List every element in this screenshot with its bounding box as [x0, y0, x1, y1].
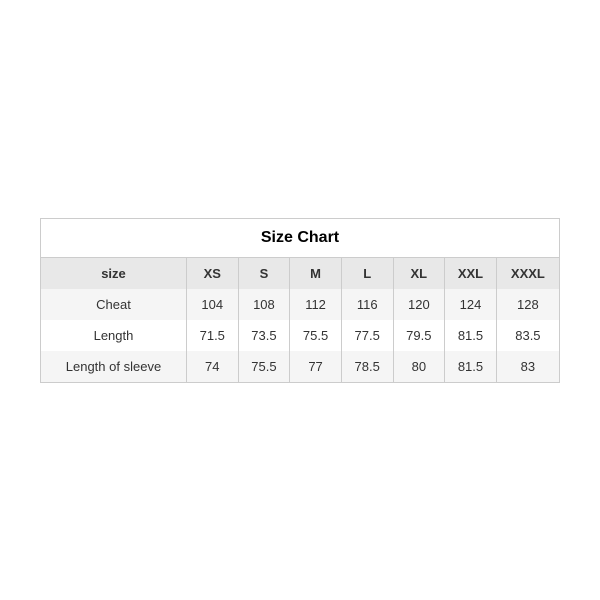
- cell-2-0: 74: [186, 351, 238, 382]
- cell-0-4: 120: [393, 289, 445, 320]
- cell-0-5: 124: [445, 289, 497, 320]
- table-row: Length of sleeve7475.57778.58081.583: [41, 351, 559, 382]
- cell-0-0: 104: [186, 289, 238, 320]
- cell-1-1: 73.5: [238, 320, 290, 351]
- cell-1-2: 75.5: [290, 320, 342, 351]
- header-l: L: [341, 258, 393, 289]
- header-xl: XL: [393, 258, 445, 289]
- cell-2-4: 80: [393, 351, 445, 382]
- cell-1-3: 77.5: [341, 320, 393, 351]
- header-xxxl: XXXL: [496, 258, 559, 289]
- table-row: Cheat104108112116120124128: [41, 289, 559, 320]
- cell-2-6: 83: [496, 351, 559, 382]
- header-m: M: [290, 258, 342, 289]
- size-chart-container: Size Chart sizeXSSMLXLXXLXXXL Cheat10410…: [40, 218, 560, 383]
- header-size: size: [41, 258, 186, 289]
- chart-title: Size Chart: [41, 219, 559, 258]
- cell-0-6: 128: [496, 289, 559, 320]
- header-s: S: [238, 258, 290, 289]
- row-label-1: Length: [41, 320, 186, 351]
- cell-2-1: 75.5: [238, 351, 290, 382]
- header-xs: XS: [186, 258, 238, 289]
- cell-1-0: 71.5: [186, 320, 238, 351]
- table-row: Length71.573.575.577.579.581.583.5: [41, 320, 559, 351]
- cell-2-2: 77: [290, 351, 342, 382]
- row-label-2: Length of sleeve: [41, 351, 186, 382]
- cell-1-4: 79.5: [393, 320, 445, 351]
- table-header-row: sizeXSSMLXLXXLXXXL: [41, 258, 559, 289]
- size-chart-table: sizeXSSMLXLXXLXXXL Cheat1041081121161201…: [41, 258, 559, 382]
- header-xxl: XXL: [445, 258, 497, 289]
- cell-2-5: 81.5: [445, 351, 497, 382]
- cell-0-2: 112: [290, 289, 342, 320]
- cell-0-3: 116: [341, 289, 393, 320]
- row-label-0: Cheat: [41, 289, 186, 320]
- cell-1-6: 83.5: [496, 320, 559, 351]
- cell-2-3: 78.5: [341, 351, 393, 382]
- cell-1-5: 81.5: [445, 320, 497, 351]
- cell-0-1: 108: [238, 289, 290, 320]
